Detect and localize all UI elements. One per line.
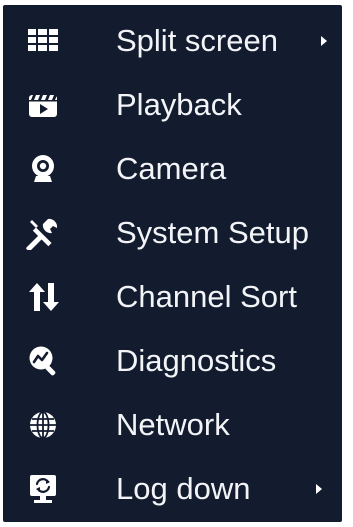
menu-item-log-down[interactable]: Log down bbox=[3, 457, 342, 521]
menu-item-label: Split screen bbox=[116, 23, 278, 58]
chevron-right-icon bbox=[314, 482, 324, 496]
sort-arrows-icon bbox=[26, 280, 60, 314]
menu-item-label: Network bbox=[116, 407, 230, 442]
context-menu: Split screen Playback Camera System Setu… bbox=[3, 5, 342, 522]
grid-icon bbox=[26, 24, 60, 58]
globe-icon bbox=[26, 408, 60, 442]
menu-item-label: Playback bbox=[116, 87, 242, 122]
monitor-refresh-icon bbox=[26, 472, 60, 506]
tools-icon bbox=[26, 216, 60, 250]
menu-item-playback[interactable]: Playback bbox=[3, 73, 342, 137]
menu-item-channel-sort[interactable]: Channel Sort bbox=[3, 265, 342, 329]
chevron-right-icon bbox=[319, 34, 329, 48]
webcam-icon bbox=[26, 152, 60, 186]
clapperboard-play-icon bbox=[26, 88, 60, 122]
menu-item-camera[interactable]: Camera bbox=[3, 137, 342, 201]
menu-item-diagnostics[interactable]: Diagnostics bbox=[3, 329, 342, 393]
menu-item-label: System Setup bbox=[116, 215, 309, 250]
menu-item-label: Diagnostics bbox=[116, 343, 277, 378]
menu-item-network[interactable]: Network bbox=[3, 393, 342, 457]
menu-item-split-screen[interactable]: Split screen bbox=[3, 9, 342, 73]
menu-item-label: Channel Sort bbox=[116, 279, 297, 314]
menu-item-system-setup[interactable]: System Setup bbox=[3, 201, 342, 265]
menu-item-label: Camera bbox=[116, 151, 227, 186]
search-chart-icon bbox=[26, 344, 60, 378]
menu-item-label: Log down bbox=[116, 471, 251, 506]
